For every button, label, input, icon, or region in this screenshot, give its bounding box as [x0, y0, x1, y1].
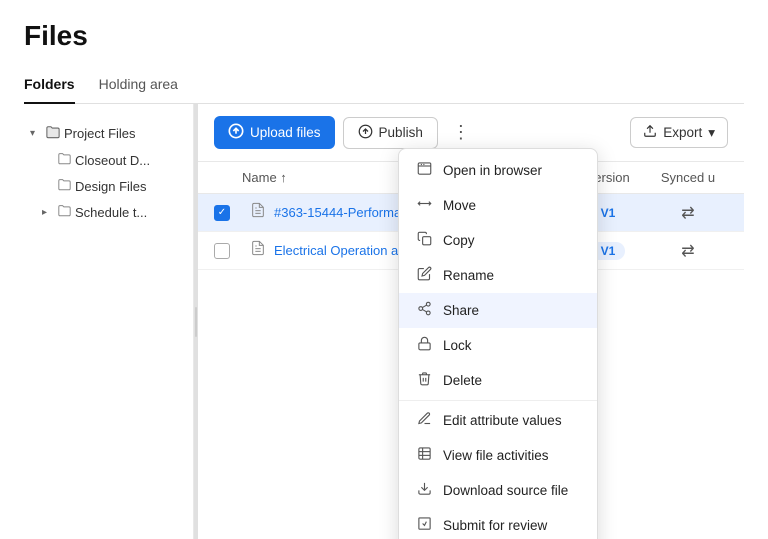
- sidebar-item-closeout-label: Closeout D...: [75, 153, 150, 168]
- main-content: ▾ Project Files ▸ Closeout D... ⋮: [24, 104, 744, 539]
- page-container: Files Folders Holding area ▾ Project Fil…: [0, 0, 768, 539]
- sidebar-item-schedule[interactable]: ▸ Schedule t...: [24, 199, 193, 225]
- menu-item-view-activities[interactable]: View file activities: [399, 438, 597, 473]
- menu-item-copy-label: Copy: [443, 233, 475, 248]
- sidebar-item-schedule-label: Schedule t...: [75, 205, 147, 220]
- menu-item-delete-label: Delete: [443, 373, 482, 388]
- sidebar-item-design-files[interactable]: ▸ Design Files: [24, 173, 193, 199]
- menu-item-lock[interactable]: Lock: [399, 328, 597, 363]
- edit-attribute-icon: [415, 411, 433, 430]
- menu-item-move[interactable]: Move: [399, 188, 597, 223]
- menu-item-delete[interactable]: Delete: [399, 363, 597, 398]
- check-icon: ✓: [218, 207, 226, 218]
- dots-icon: ⋮: [452, 122, 470, 142]
- sidebar: ▾ Project Files ▸ Closeout D... ⋮: [24, 104, 194, 539]
- row2-check[interactable]: [214, 243, 242, 259]
- menu-item-move-label: Move: [443, 198, 476, 213]
- rename-icon: [415, 266, 433, 285]
- row1-sync: ⇄: [648, 203, 728, 223]
- publish-icon: [358, 124, 373, 142]
- menu-item-copy[interactable]: Copy: [399, 223, 597, 258]
- submit-icon: [415, 516, 433, 535]
- share-icon: [415, 301, 433, 320]
- checkbox-unchecked[interactable]: [214, 243, 230, 259]
- menu-item-submit-review-label: Submit for review: [443, 518, 547, 533]
- upload-icon: [228, 123, 244, 142]
- tab-folders[interactable]: Folders: [24, 68, 75, 104]
- checkbox-checked[interactable]: ✓: [214, 205, 230, 221]
- sidebar-item-closeout[interactable]: ▸ Closeout D... ⋮: [24, 147, 193, 173]
- menu-item-share-label: Share: [443, 303, 479, 318]
- tab-holding-area[interactable]: Holding area: [99, 68, 178, 104]
- menu-item-open-in-browser-label: Open in browser: [443, 163, 542, 178]
- tabs-bar: Folders Holding area: [24, 68, 744, 104]
- copy-icon: [415, 231, 433, 250]
- folder-icon: [58, 204, 71, 220]
- export-chevron-icon: ▾: [708, 125, 715, 141]
- folder-icon: [46, 125, 60, 142]
- menu-item-edit-attribute-label: Edit attribute values: [443, 413, 562, 428]
- sidebar-item-design-files-label: Design Files: [75, 179, 147, 194]
- row1-check[interactable]: ✓: [214, 205, 242, 221]
- sidebar-item-project-files-label: Project Files: [64, 126, 136, 141]
- header-synced: Synced u: [648, 170, 728, 185]
- menu-item-submit-review[interactable]: Submit for review: [399, 508, 597, 539]
- menu-item-lock-label: Lock: [443, 338, 472, 353]
- file-icon: [250, 240, 266, 261]
- context-menu: Open in browser Move: [398, 148, 598, 539]
- browser-icon: [415, 161, 433, 180]
- export-button[interactable]: Export ▾: [630, 117, 728, 148]
- chevron-right-icon: ▸: [42, 207, 54, 218]
- menu-item-view-activities-label: View file activities: [443, 448, 549, 463]
- folder-icon: [58, 152, 71, 168]
- sidebar-item-project-files[interactable]: ▾ Project Files: [24, 120, 193, 147]
- upload-files-label: Upload files: [250, 125, 321, 140]
- chevron-down-icon: ▾: [30, 128, 42, 139]
- menu-item-rename-label: Rename: [443, 268, 494, 283]
- header-name-label: Name ↑: [242, 170, 287, 185]
- activity-icon: [415, 446, 433, 465]
- menu-item-download-source-label: Download source file: [443, 483, 568, 498]
- download-icon: [415, 481, 433, 500]
- row2-sync: ⇄: [648, 241, 728, 261]
- menu-item-edit-attribute[interactable]: Edit attribute values: [399, 403, 597, 438]
- more-options-button[interactable]: ⋮: [446, 118, 476, 147]
- file-area: Upload files Publish ⋮: [198, 104, 744, 539]
- upload-files-button[interactable]: Upload files: [214, 116, 335, 149]
- delete-icon: [415, 371, 433, 390]
- publish-label: Publish: [379, 125, 423, 140]
- move-icon: [415, 196, 433, 215]
- export-label: Export: [663, 125, 702, 140]
- export-icon: [643, 124, 657, 141]
- file-icon: [250, 202, 266, 223]
- menu-item-share[interactable]: Share: [399, 293, 597, 328]
- menu-item-rename[interactable]: Rename: [399, 258, 597, 293]
- menu-item-open-in-browser[interactable]: Open in browser: [399, 153, 597, 188]
- folder-icon: [58, 178, 71, 194]
- page-title: Files: [24, 20, 744, 52]
- menu-divider: [399, 400, 597, 401]
- lock-icon: [415, 336, 433, 355]
- menu-item-download-source[interactable]: Download source file: [399, 473, 597, 508]
- publish-button[interactable]: Publish: [343, 117, 438, 149]
